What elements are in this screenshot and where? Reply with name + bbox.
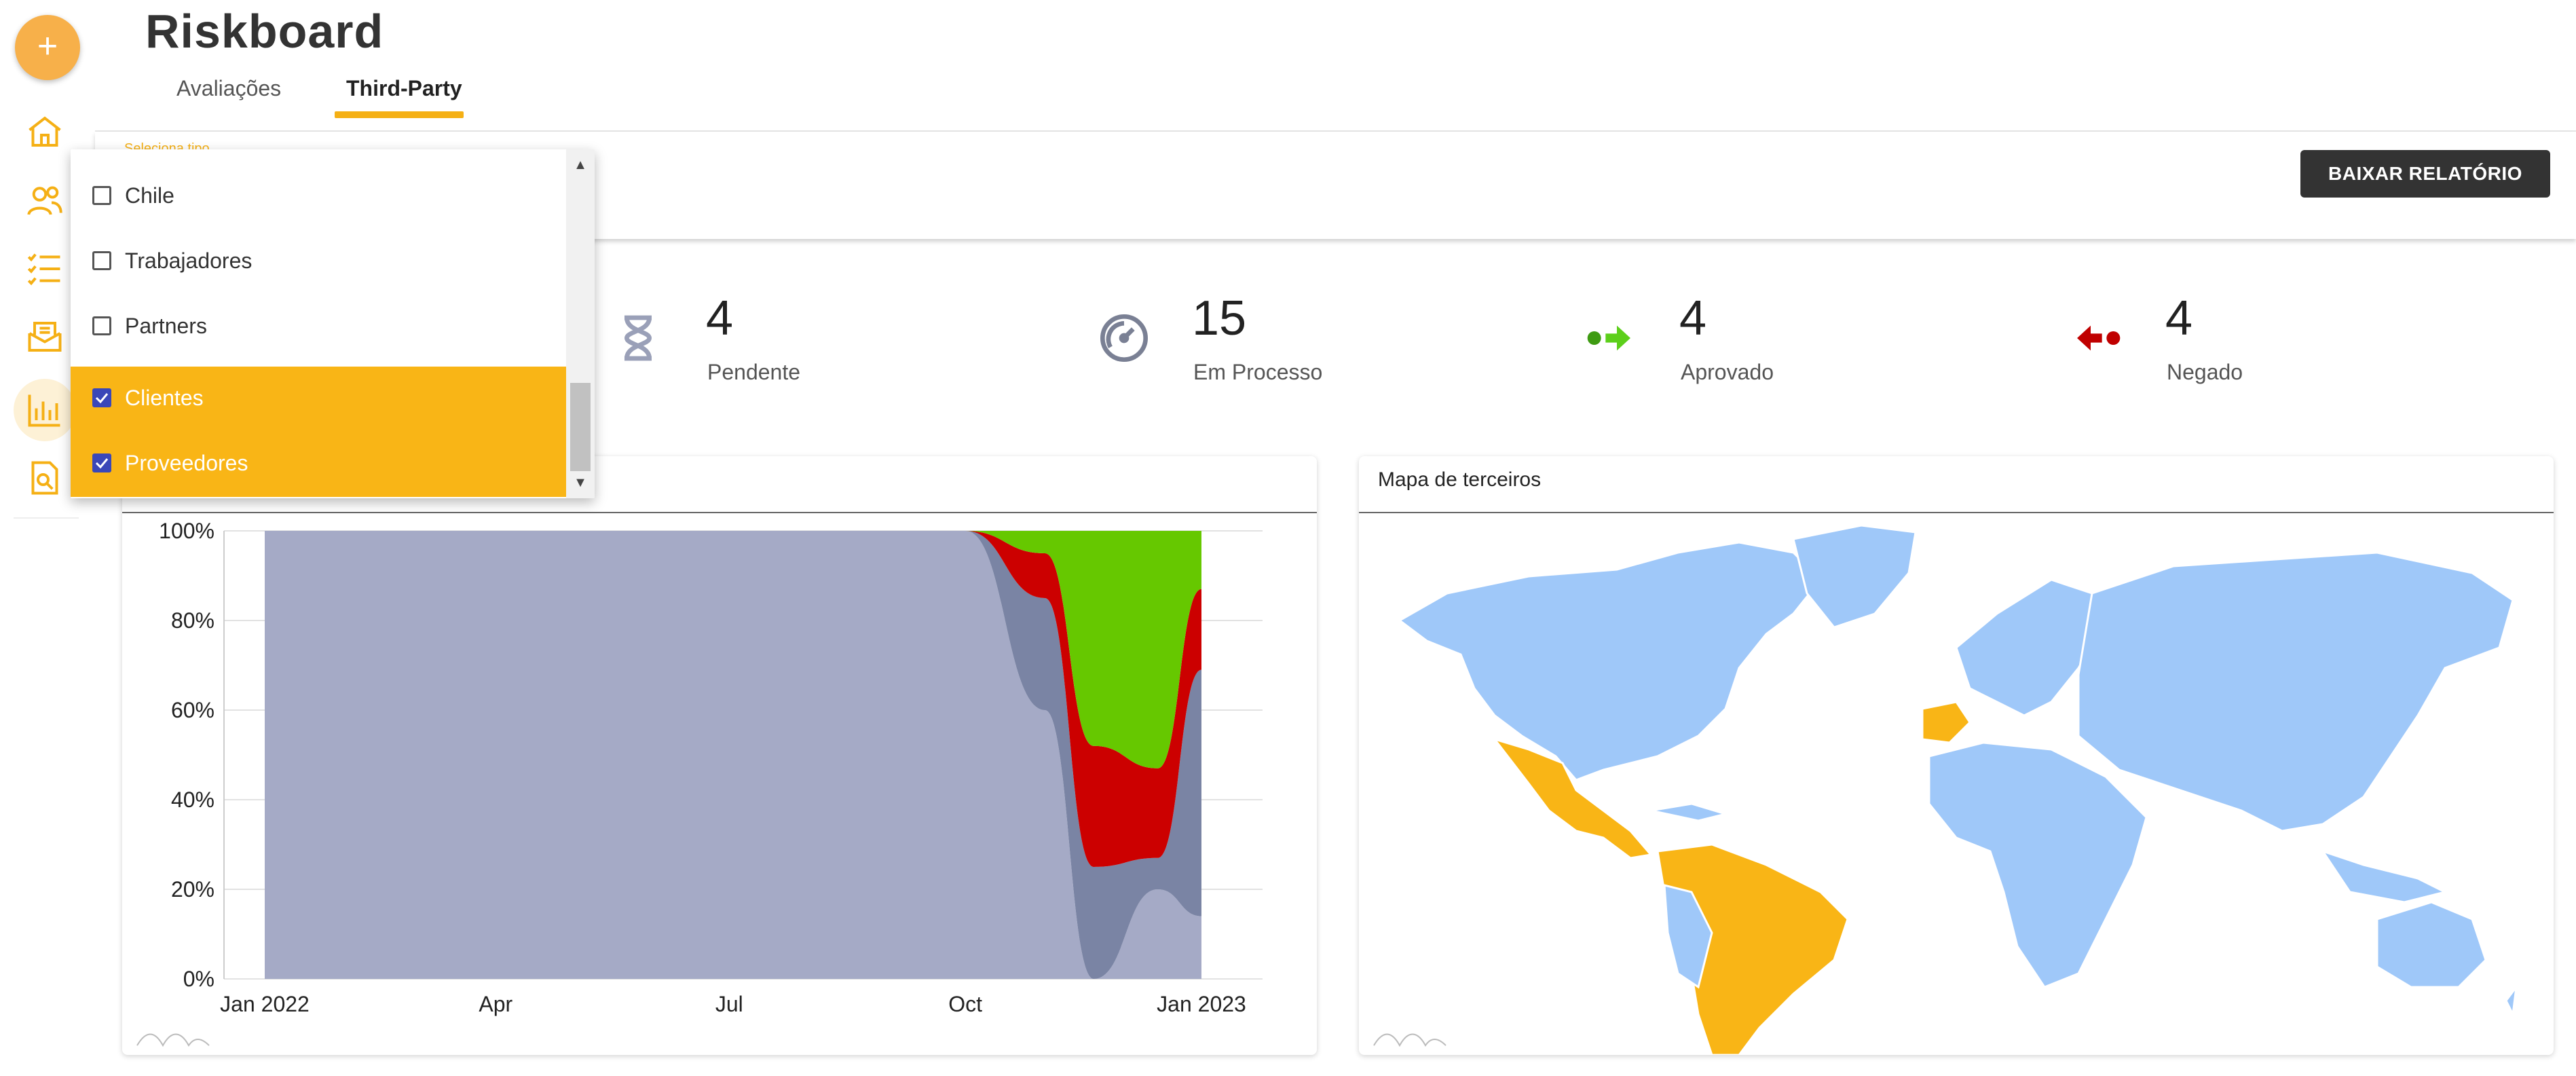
map-region-southeast-asia [2320,849,2448,904]
scroll-up-arrow-icon[interactable]: ▲ [572,156,589,174]
map-region-africa [1928,741,2148,988]
map-card: Mapa de terceiros [1359,456,2554,1055]
checkbox[interactable] [92,186,111,205]
x-tick-label: Jul [715,992,743,1016]
chart-logo-icon [136,1033,210,1047]
map-region-spain [1921,701,1971,744]
y-tick-label: 40% [171,787,214,812]
status-area-chart: 0% 20% 40% 60% 80% 100% Jan 2022 Apr Jul Oct Jan 2… [159,519,1263,1016]
world-map[interactable] [1359,512,2554,1055]
option-proveedores[interactable]: Proveedores [71,432,566,497]
mail-tray-icon[interactable] [24,316,65,357]
y-tick-label: 100% [159,519,214,543]
arrow-left-dot-icon [2070,311,2125,365]
tab-avaliacoes[interactable]: Avaliações [176,76,281,101]
processing-label: Em Processo [1193,360,1323,384]
y-tick-label: 20% [171,877,214,902]
denied-label: Negado [2167,360,2243,384]
scroll-down-arrow-icon[interactable]: ▼ [572,474,589,491]
x-tick-label: Jan 2023 [1157,992,1246,1016]
option-partners[interactable]: Partners [71,295,566,360]
checkbox-checked[interactable] [92,453,111,472]
status-chart-card: 0% 20% 40% 60% 80% 100% Jan 2022 Apr Jul Oct Jan 2… [122,456,1317,1055]
option-clientes[interactable]: Clientes [71,367,566,432]
y-tick-label: 0% [183,967,214,991]
map-region-north-america [1398,541,1823,781]
processing-count: 15 [1192,291,1247,346]
option-label: Clientes [125,386,204,410]
users-icon[interactable] [24,181,65,221]
sidebar-divider [14,517,79,519]
map-region-greenland [1792,524,1917,629]
check-icon [95,458,109,469]
map-region-australia [2376,901,2487,988]
active-tab-indicator [335,111,464,118]
pending-count: 4 [706,291,734,346]
option-label: Proveedores [125,451,248,475]
pending-label: Pendente [707,360,801,384]
approved-label: Aprovado [1681,360,1774,384]
denied-count: 4 [2165,291,2193,346]
speedometer-icon [1097,311,1151,365]
approved-count: 4 [1679,291,1707,346]
add-button[interactable]: + [15,15,80,80]
download-report-button[interactable]: BAIXAR RELATÓRIO [2300,150,2550,198]
document-search-icon[interactable] [24,458,65,498]
tab-third-party[interactable]: Third-Party [346,76,462,101]
x-tick-label: Jan 2022 [220,992,310,1016]
arrow-right-dot-icon [1583,311,1637,365]
type-select-dropdown[interactable]: Chile Trabajadores Partners Clientes Pro… [71,149,595,498]
option-chile[interactable]: Chile [71,164,566,229]
map-logo-icon [1373,1033,1446,1047]
map-region-asia [2077,551,2514,832]
y-tick-label: 60% [171,698,214,722]
checklist-icon[interactable] [24,248,65,289]
map-card-title: Mapa de terceiros [1378,468,1542,491]
check-icon [95,393,109,404]
option-label: Partners [125,314,207,338]
map-region-caribbean [1650,802,1730,822]
y-tick-label: 80% [171,608,214,633]
scrollbar-thumb[interactable] [570,383,591,471]
home-icon[interactable] [24,111,65,152]
map-region-new-zealand [2505,983,2518,1018]
checkbox[interactable] [92,251,111,270]
option-label: Trabajadores [125,248,253,273]
x-tick-label: Apr [479,992,512,1016]
checkbox[interactable] [92,316,111,335]
hourglass-icon [611,311,665,365]
option-trabajadores[interactable]: Trabajadores [71,229,566,295]
option-label: Chile [125,183,174,208]
checkbox-checked[interactable] [92,388,111,407]
bar-chart-icon[interactable] [24,390,65,430]
page-title: Riskboard [145,5,384,58]
x-tick-label: Oct [948,992,982,1016]
